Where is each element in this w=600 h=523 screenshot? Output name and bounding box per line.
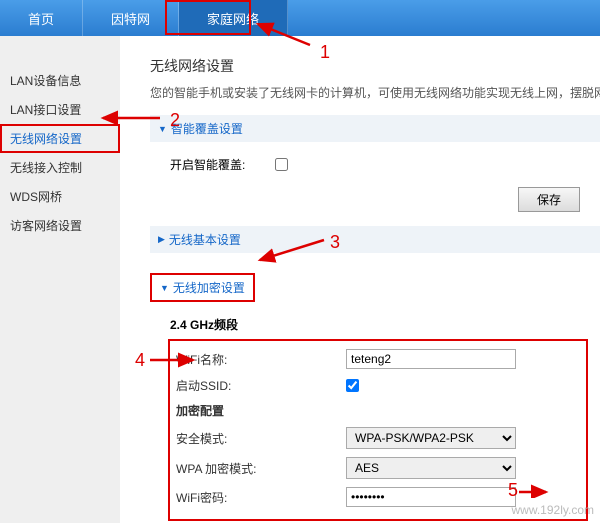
- wpa-mode-select[interactable]: AES: [346, 457, 516, 479]
- tab-home[interactable]: 首页: [0, 0, 83, 36]
- security-mode-label: 安全模式:: [176, 430, 346, 447]
- encryption-config-label: 加密配置: [176, 402, 346, 419]
- section-wireless-encryption[interactable]: ▼ 无线加密设置: [150, 273, 255, 302]
- sidebar-item-lan-port[interactable]: LAN接口设置: [0, 95, 120, 124]
- smart-toggle-checkbox[interactable]: [275, 158, 288, 171]
- content-area: 无线网络设置 您的智能手机或安装了无线网卡的计算机，可使用无线网络功能实现无线上…: [120, 36, 600, 523]
- section-wireless-basic[interactable]: ▶ 无线基本设置: [150, 226, 600, 253]
- tab-internet[interactable]: 因特网: [83, 0, 179, 36]
- page-title: 无线网络设置: [150, 56, 600, 76]
- sidebar: LAN设备信息 LAN接口设置 无线网络设置 无线接入控制 WDS网桥 访客网络…: [0, 36, 120, 523]
- wifi-name-input[interactable]: [346, 349, 516, 369]
- caret-down-icon: ▼: [158, 124, 167, 134]
- section-smart-coverage[interactable]: ▼ 智能覆盖设置: [150, 115, 600, 142]
- band-title: 2.4 GHz频段: [170, 316, 600, 333]
- top-nav: 首页 因特网 家庭网络: [0, 0, 600, 36]
- tab-home-network[interactable]: 家庭网络: [179, 0, 288, 36]
- sidebar-item-guest[interactable]: 访客网络设置: [0, 211, 120, 240]
- enable-ssid-checkbox[interactable]: [346, 379, 359, 392]
- smart-toggle-label: 开启智能覆盖:: [170, 156, 245, 173]
- section-label: 无线基本设置: [169, 231, 241, 248]
- save-button-smart[interactable]: 保存: [518, 187, 580, 212]
- wifi-password-input[interactable]: [346, 487, 516, 507]
- page-description: 您的智能手机或安装了无线网卡的计算机，可使用无线网络功能实现无线上网，摆脱网线的: [150, 84, 600, 101]
- wifi-password-label: WiFi密码:: [176, 489, 346, 506]
- caret-down-icon: ▼: [160, 283, 169, 293]
- encryption-form: WiFi名称: 启动SSID: 加密配置 安全模式: WPA-PSK/WPA2-…: [168, 339, 588, 521]
- section-label: 智能覆盖设置: [171, 120, 243, 137]
- wifi-name-label: WiFi名称:: [176, 351, 346, 368]
- caret-right-icon: ▶: [158, 234, 165, 245]
- sidebar-item-lan-device[interactable]: LAN设备信息: [0, 66, 120, 95]
- enable-ssid-label: 启动SSID:: [176, 377, 346, 394]
- section-label: 无线加密设置: [173, 279, 245, 296]
- sidebar-item-wds[interactable]: WDS网桥: [0, 182, 120, 211]
- sidebar-item-access-control[interactable]: 无线接入控制: [0, 153, 120, 182]
- watermark: www.192ly.com: [512, 503, 594, 517]
- wpa-mode-label: WPA 加密模式:: [176, 460, 346, 477]
- security-mode-select[interactable]: WPA-PSK/WPA2-PSK: [346, 427, 516, 449]
- sidebar-item-wireless[interactable]: 无线网络设置: [0, 124, 120, 153]
